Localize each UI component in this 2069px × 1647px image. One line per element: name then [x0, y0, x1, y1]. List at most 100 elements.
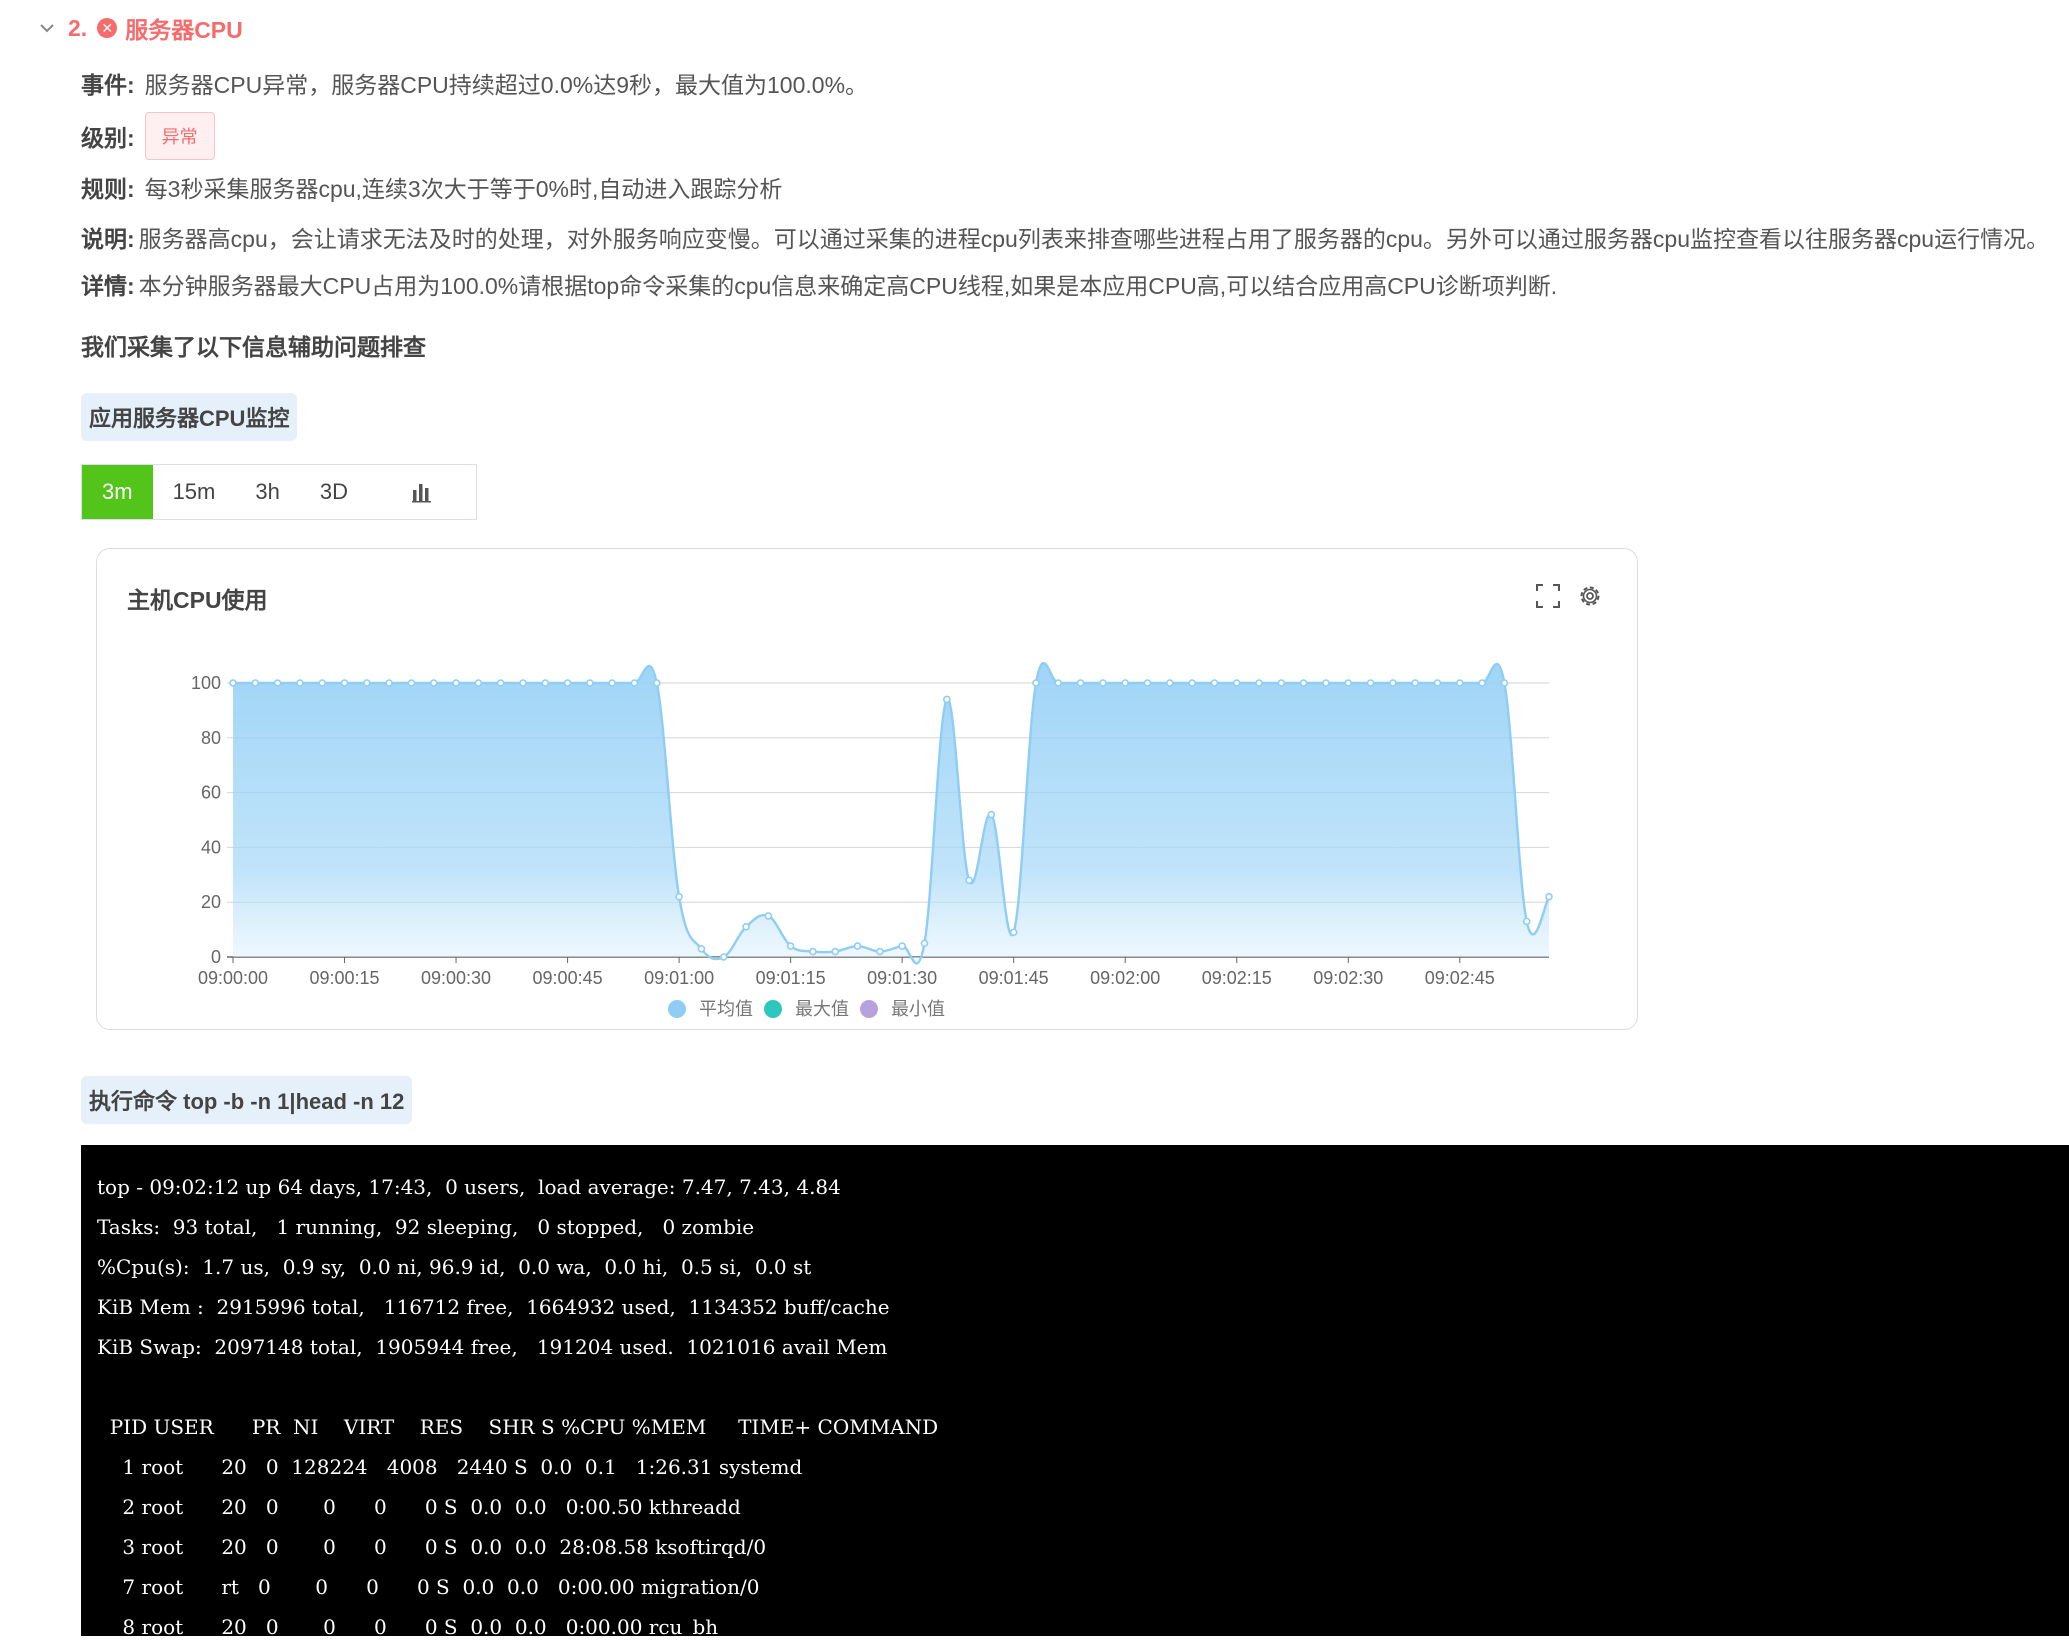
legend-label: 最小值 [891, 999, 945, 1019]
detail-label: 详情: [81, 273, 135, 299]
data-point [407, 679, 416, 687]
terminal-line: KiB Swap: 2097148 total, 1905944 free, 1… [97, 1335, 888, 1359]
legend-marker [668, 1000, 686, 1018]
tab-3m[interactable]: 3m [82, 465, 153, 519]
helper-heading: 我们采集了以下信息辅助问题排查 [81, 334, 426, 360]
x-tick-label: 09:00:30 [421, 968, 491, 988]
y-tick-label: 20 [201, 892, 221, 912]
data-point [1099, 679, 1107, 687]
y-tick-label: 60 [201, 783, 221, 803]
status-badge: 异常 [144, 112, 215, 160]
data-point [675, 892, 683, 901]
data-point [1344, 679, 1353, 687]
data-point [1188, 679, 1196, 687]
terminal-line: Tasks: 93 total, 1 running, 92 sleeping,… [97, 1215, 755, 1239]
y-tick-label: 80 [201, 728, 221, 748]
tab-3h[interactable]: 3h [235, 465, 299, 519]
bar-chart-icon [411, 484, 431, 503]
data-point [920, 939, 929, 948]
section-header[interactable]: 2. ✕ 服务器CPU [38, 10, 243, 46]
x-tick-label: 09:02:00 [1090, 968, 1160, 988]
data-point [519, 679, 527, 687]
data-point [1143, 679, 1152, 687]
data-point [363, 679, 371, 687]
x-tick-label: 09:01:00 [644, 968, 714, 988]
cpu-usage-chart[interactable]: 0 20 40 60 80 100 09:00:00 09:00:15 09:00:30 09:0… [97, 549, 1637, 1029]
terminal-line: 3 root 20 0 0 0 0 S 0.0 0.0 28:08.58 kso… [97, 1535, 767, 1559]
x-tick-label: 09:01:15 [756, 968, 826, 988]
data-point [273, 679, 282, 687]
data-point [474, 679, 483, 687]
legend-marker [764, 1000, 782, 1018]
rule-text: 每3秒采集服务器cpu,连续3次大于等于0%时,自动进入跟踪分析 [144, 176, 783, 202]
rule-row: 规则: 每3秒采集服务器cpu,连续3次大于等于0%时,自动进入跟踪分析 [81, 170, 782, 204]
data-point [563, 679, 572, 687]
terminal-line: 2 root 20 0 0 0 0 S 0.0 0.0 0:00.50 kthr… [97, 1495, 741, 1519]
terminal-line: top - 09:02:12 up 64 days, 17:43, 0 user… [97, 1175, 841, 1199]
tab-15m[interactable]: 15m [153, 465, 236, 519]
x-tick-label: 09:00:00 [198, 968, 268, 988]
data-point [385, 679, 393, 687]
data-point [1054, 679, 1063, 687]
data-point [853, 942, 862, 950]
data-point [496, 679, 505, 687]
data-point [1255, 679, 1263, 687]
data-point [1232, 679, 1241, 687]
data-point [1076, 679, 1085, 687]
data-point [340, 679, 349, 687]
data-point [229, 679, 237, 687]
data-point [452, 679, 460, 687]
data-point [1478, 679, 1486, 687]
data-point [1522, 917, 1531, 926]
terminal-line: PID USER PR NI VIRT RES SHR S %CPU %MEM … [97, 1415, 939, 1439]
y-tick-label: 40 [201, 837, 221, 857]
event-row: 事件: 服务器CPU异常，服务器CPU持续超过0.0%达9秒，最大值为100.0… [81, 66, 868, 100]
data-point [965, 876, 973, 885]
data-point [719, 953, 728, 961]
data-point [1500, 679, 1509, 687]
terminal-line: %Cpu(s): 1.7 us, 0.9 sy, 0.0 ni, 96.9 id… [97, 1255, 812, 1279]
terminal-output: top - 09:02:12 up 64 days, 17:43, 0 user… [81, 1145, 2069, 1639]
x-tick-label: 09:02:30 [1313, 968, 1383, 988]
data-point [1166, 679, 1174, 687]
terminal-line: 8 root 20 0 0 0 0 S 0.0 0.0 0:00.00 rcu_… [97, 1615, 719, 1639]
data-point [942, 695, 951, 704]
data-point [1009, 928, 1018, 937]
description-row: 说明: 服务器高cpu，会让请求无法及时的处理，对外服务响应变慢。可以通过采集的… [81, 220, 2049, 254]
data-point [764, 912, 773, 920]
detail-text: 本分钟服务器最大CPU占用为100.0%请根据top命令采集的cpu信息来确定高… [138, 273, 1558, 299]
data-point [876, 947, 884, 956]
tab-3d[interactable]: 3D [300, 465, 368, 519]
data-point [296, 679, 304, 687]
y-tick-label: 100 [191, 673, 221, 693]
section-title: 服务器CPU [125, 17, 243, 43]
data-point [742, 923, 750, 931]
data-point [809, 947, 817, 956]
monitor-section-pill: 应用服务器CPU监控 [81, 393, 298, 441]
data-point [1299, 679, 1308, 687]
section-number: 2. [68, 14, 88, 41]
terminal-line: 1 root 20 0 128224 4008 2440 S 0.0 0.1 1… [97, 1455, 803, 1479]
data-point [652, 679, 661, 687]
description-text: 服务器高cpu，会让请求无法及时的处理，对外服务响应变慢。可以通过采集的进程cp… [138, 226, 2050, 252]
data-point [630, 679, 639, 687]
event-label: 事件: [81, 72, 135, 98]
data-point [541, 679, 550, 687]
data-point [987, 810, 996, 819]
data-point [697, 944, 706, 953]
legend-label: 平均值 [699, 999, 753, 1019]
time-range-tabs: 3m 15m 3h 3D [81, 464, 477, 520]
data-point [898, 942, 906, 950]
x-tick-label: 09:01:45 [979, 968, 1049, 988]
data-point [1032, 679, 1040, 687]
data-point [786, 942, 795, 950]
chevron-down-icon[interactable] [38, 19, 56, 37]
data-point [1121, 679, 1130, 687]
bar-chart-toggle[interactable] [368, 465, 476, 519]
avg-area [233, 663, 1549, 964]
legend-marker [860, 1000, 878, 1018]
data-point [1277, 679, 1286, 687]
data-point [1210, 679, 1219, 687]
x-tick-label: 09:02:15 [1202, 968, 1272, 988]
